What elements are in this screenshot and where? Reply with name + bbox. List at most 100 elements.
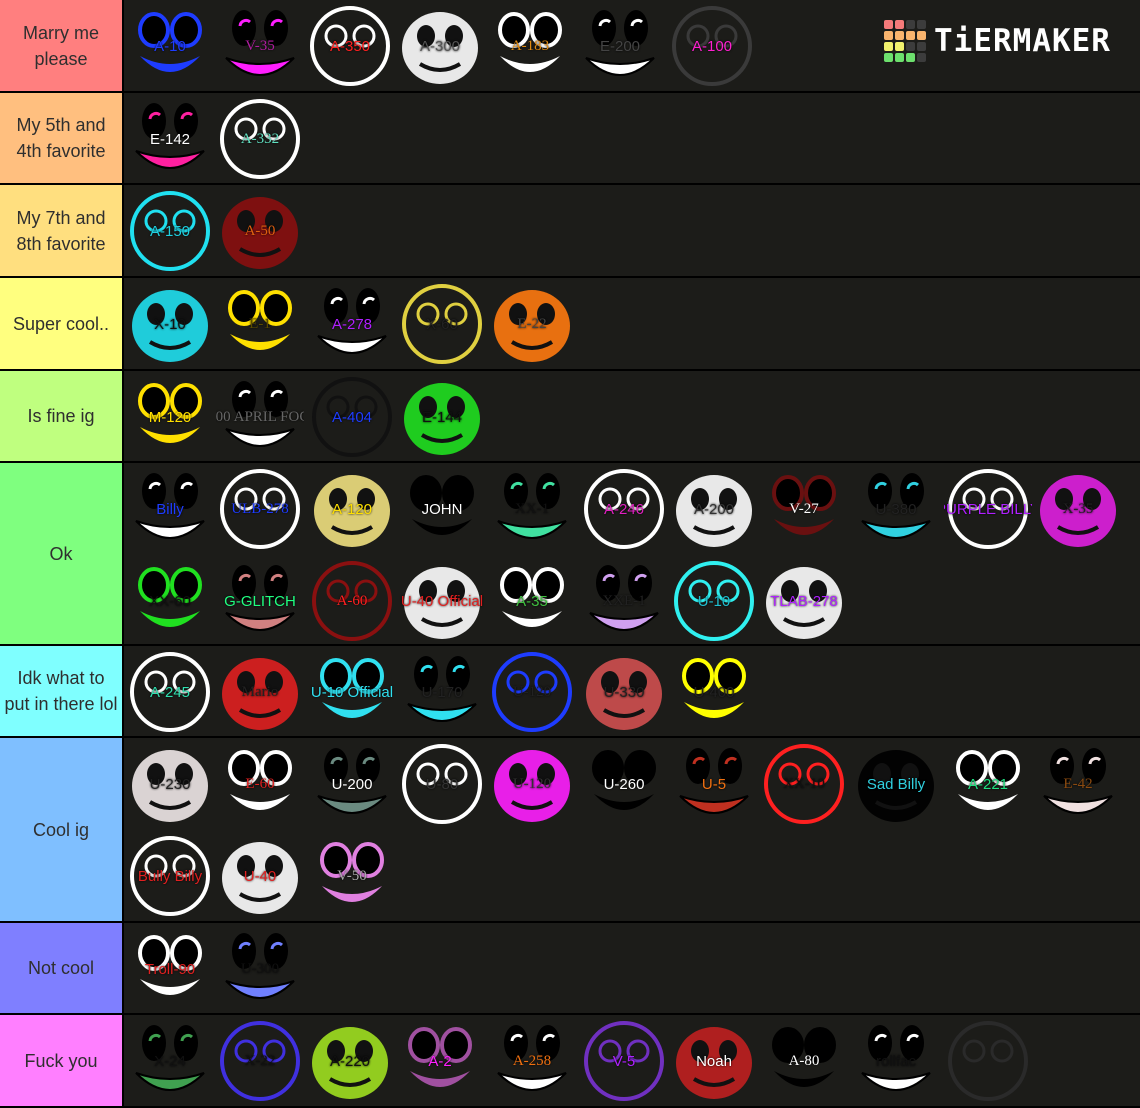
tier-item-face-image[interactable]: ULB-278: [216, 465, 304, 553]
tier-label[interactable]: Cool ig: [0, 738, 124, 921]
tier-item-face-image[interactable]: XX-1: [488, 465, 576, 553]
tier-item-face-image[interactable]: X-60: [398, 280, 486, 368]
tier-item-face-image[interactable]: Mario: [216, 648, 304, 736]
tier-item-face-image[interactable]: U-120: [488, 648, 576, 736]
logo-grid-cell: [917, 42, 926, 51]
tier-item-face-image[interactable]: [944, 1017, 1032, 1105]
tier-item-face-image[interactable]: E-144: [398, 373, 486, 461]
tier-label[interactable]: Super cool..: [0, 278, 124, 369]
tier-item-face-image[interactable]: X-24: [126, 1017, 214, 1105]
item-label: TLAB-278: [770, 592, 838, 610]
tier-item-face-image[interactable]: U-120: [488, 740, 576, 828]
tier-item-face-image[interactable]: E-200: [576, 2, 664, 90]
tier-item-face-image[interactable]: A-100: [668, 2, 756, 90]
item-label: V-50: [337, 867, 367, 884]
tier-item-face-image[interactable]: E-60: [216, 740, 304, 828]
tier-item-face-image[interactable]: A-2: [396, 1017, 484, 1105]
tier-item-face-image[interactable]: X-22: [216, 1017, 304, 1105]
tier-item-face-image[interactable]: A-183: [486, 2, 574, 90]
tier-item-face-image[interactable]: E-142: [126, 95, 214, 183]
tier-item-face-image[interactable]: U-230: [126, 740, 214, 828]
tier-item-face-image[interactable]: Troll-90: [126, 925, 214, 1013]
tier-item-face-image[interactable]: rollfac: [852, 1017, 940, 1105]
tier-item-face-image[interactable]: U-10: [670, 557, 758, 645]
tier-item-face-image[interactable]: JOHN: [398, 465, 486, 553]
tier-item-face-image[interactable]: A-150: [126, 187, 214, 275]
tier-items-area[interactable]: U-230 E-60 U-200 U-80 U-120 U-260 U-5 XX…: [124, 738, 1140, 921]
tier-label[interactable]: My 7th and 8th favorite: [0, 185, 124, 276]
tier-item-face-image[interactable]: XXE-1: [580, 557, 668, 645]
item-label: A-150: [149, 222, 191, 240]
tier-item-face-image[interactable]: Bully Billy: [126, 832, 214, 920]
logo-grid-cell: [906, 53, 915, 62]
tier-items-area[interactable]: A-245 Mario U-10 Official U-170 U-120 U-…: [124, 646, 1140, 736]
tier-label[interactable]: Not cool: [0, 923, 124, 1013]
tier-items-area[interactable]: Troll-90 U-300: [124, 923, 1140, 1013]
tier-item-face-image[interactable]: U-10 Official: [308, 648, 396, 736]
tier-item-face-image[interactable]: E-22: [488, 280, 576, 368]
tier-item-face-image[interactable]: A-120: [308, 465, 396, 553]
tier-item-face-image[interactable]: A-35: [488, 557, 576, 645]
tier-items-area[interactable]: E-142 A-332: [124, 93, 1140, 183]
tier-item-face-image[interactable]: A-258: [488, 1017, 576, 1105]
tier-item-face-image[interactable]: X-35: [1034, 465, 1122, 553]
tier-item-face-image[interactable]: Sad Billy: [852, 740, 940, 828]
tier-item-face-image[interactable]: A-50: [216, 187, 304, 275]
tier-item-face-image[interactable]: V-50: [308, 832, 396, 920]
tier-items-area[interactable]: Billy ULB-278 A-120 JOHN XX-1 A-246 A-20…: [124, 463, 1140, 644]
tier-item-face-image[interactable]: A-220: [306, 1017, 394, 1105]
tier-label[interactable]: Is fine ig: [0, 371, 124, 461]
tier-item-face-image[interactable]: XX-10: [760, 740, 848, 828]
tier-item-face-image[interactable]: U-200: [308, 740, 396, 828]
tier-item-face-image[interactable]: A-60: [308, 557, 396, 645]
tier-item-face-image[interactable]: U-380: [852, 465, 940, 553]
tier-item-face-image[interactable]: A-246: [580, 465, 668, 553]
tier-item-face-image[interactable]: V-5: [580, 1017, 668, 1105]
tier-item-face-image[interactable]: A-245: [126, 648, 214, 736]
tier-item-face-image[interactable]: U-40: [216, 832, 304, 920]
tier-items-area[interactable]: M-120 A-300 APRIL FOOLS A-404 E-144: [124, 371, 1140, 461]
tier-item-face-image[interactable]: A-10: [126, 2, 214, 90]
tier-item-face-image[interactable]: U-400: [670, 648, 758, 736]
tier-item-face-image[interactable]: U-300: [216, 925, 304, 1013]
tiermaker-logo[interactable]: TiERMAKER: [884, 20, 1111, 62]
logo-grid-cell: [884, 31, 893, 40]
tier-item-face-image[interactable]: V-35: [216, 2, 304, 90]
tier-item-face-image[interactable]: A-278: [308, 280, 396, 368]
tier-item-face-image[interactable]: Billy: [126, 465, 214, 553]
tier-label[interactable]: Ok: [0, 463, 124, 644]
tier-item-face-image[interactable]: PURPLE BILLY: [944, 465, 1032, 553]
tier-items-area[interactable]: X-10 E-1 A-278 X-60 E-22: [124, 278, 1140, 369]
tier-item-face-image[interactable]: E-42: [1034, 740, 1122, 828]
tier-item-face-image[interactable]: A-332: [216, 95, 304, 183]
tier-item-face-image[interactable]: V-27: [760, 465, 848, 553]
tier-items-area[interactable]: X-24 X-22 A-220 A-2 A-258 V-5 Noah A-80 …: [124, 1015, 1140, 1106]
tier-item-face-image[interactable]: A-200: [670, 465, 758, 553]
tier-item-face-image[interactable]: TLAB-278: [760, 557, 848, 645]
tier-item-face-image[interactable]: G-GLITCH: [216, 557, 304, 645]
tier-item-face-image[interactable]: U-330: [580, 648, 668, 736]
item-label: U-120: [512, 683, 552, 700]
tier-item-face-image[interactable]: A-300 APRIL FOOLS: [216, 373, 304, 461]
tier-item-face-image[interactable]: Noah: [670, 1017, 758, 1105]
tier-item-face-image[interactable]: A-404: [308, 373, 396, 461]
tier-item-face-image[interactable]: U-260: [580, 740, 668, 828]
tier-label[interactable]: Idk what to put in there lol: [0, 646, 124, 736]
tier-item-face-image[interactable]: A-300: [396, 2, 484, 90]
tier-item-face-image[interactable]: M-120: [126, 373, 214, 461]
tier-item-face-image[interactable]: XX-60: [126, 557, 214, 645]
tier-item-face-image[interactable]: A-221: [944, 740, 1032, 828]
tier-item-face-image[interactable]: U-40 Official: [398, 557, 486, 645]
tier-item-face-image[interactable]: U-5: [670, 740, 758, 828]
tier-label[interactable]: Marry me please: [0, 0, 124, 91]
item-label: A-2: [428, 1052, 452, 1070]
tier-item-face-image[interactable]: U-170: [398, 648, 486, 736]
tier-item-face-image[interactable]: X-10: [126, 280, 214, 368]
tier-item-face-image[interactable]: U-80: [398, 740, 486, 828]
tier-label[interactable]: Fuck you: [0, 1015, 124, 1106]
tier-item-face-image[interactable]: E-1: [216, 280, 304, 368]
tier-item-face-image[interactable]: A-80: [760, 1017, 848, 1105]
tier-items-area[interactable]: A-150 A-50: [124, 185, 1140, 276]
tier-item-face-image[interactable]: A-350: [306, 2, 394, 90]
tier-label[interactable]: My 5th and 4th favorite: [0, 93, 124, 183]
